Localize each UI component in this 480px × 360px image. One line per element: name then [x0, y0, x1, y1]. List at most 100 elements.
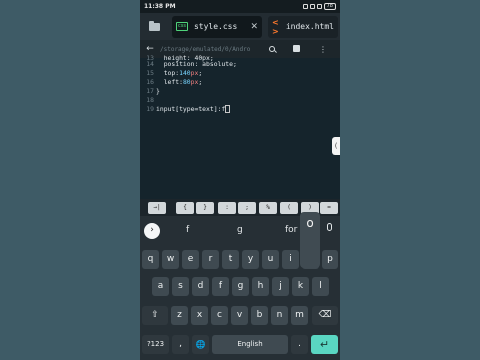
key-z[interactable]: z: [171, 306, 188, 325]
line-code: top:140px;: [156, 69, 203, 78]
key-preview-popup: o: [300, 212, 320, 268]
line-code: }: [156, 87, 160, 95]
key-g[interactable]: g: [232, 277, 249, 296]
code-number: 140: [179, 69, 191, 77]
symbol-key[interactable]: :: [218, 202, 236, 214]
back-button[interactable]: ←: [140, 44, 160, 54]
file-path: /storage/emulated/0/Andro: [160, 45, 251, 53]
key-n[interactable]: n: [271, 306, 288, 325]
wifi-icon: [316, 4, 322, 9]
code-token: ;: [198, 69, 203, 77]
tab-label: style.css: [193, 22, 238, 31]
code-number: 80: [182, 78, 191, 86]
key-t[interactable]: t: [222, 250, 239, 269]
alarm-icon: [302, 4, 308, 9]
code-line: 19 input[type=text]:f: [140, 105, 340, 114]
key-v[interactable]: v: [231, 306, 248, 325]
line-code: position: absolute;: [156, 60, 237, 68]
code-editor[interactable]: 13 height: 40px; 14 position: absolute; …: [140, 54, 340, 199]
line-code: left:80px;: [156, 78, 203, 87]
status-icons: 78: [302, 3, 336, 10]
save-button[interactable]: [284, 44, 308, 54]
line-number: 14: [146, 60, 154, 68]
enter-key[interactable]: ↵: [311, 335, 338, 354]
folder-button[interactable]: [140, 13, 168, 40]
key-l[interactable]: l: [312, 277, 329, 296]
key-j[interactable]: j: [272, 277, 289, 296]
line-number: 18: [146, 96, 154, 104]
expand-suggestions-button[interactable]: ›: [144, 223, 160, 239]
shift-key[interactable]: ⇧: [142, 306, 168, 325]
symbol-key[interactable]: →|: [148, 202, 166, 214]
key-d[interactable]: d: [192, 277, 209, 296]
key-k[interactable]: k: [292, 277, 309, 296]
key-m[interactable]: m: [291, 306, 308, 325]
search-icon: [269, 45, 275, 52]
key-y[interactable]: y: [242, 250, 259, 269]
globe-key[interactable]: 🌐: [192, 335, 209, 354]
key-a[interactable]: a: [152, 277, 169, 296]
folder-icon: [148, 20, 160, 31]
mic-icon: [327, 223, 332, 231]
symbol-key[interactable]: ;: [238, 202, 256, 214]
key-u[interactable]: u: [262, 250, 279, 269]
tab-index-html[interactable]: < > index.html: [268, 15, 338, 38]
code-text: input[type=text]:f: [156, 105, 226, 113]
signal-icon: [309, 4, 315, 9]
symbols-key[interactable]: ?123: [142, 335, 169, 354]
period-key[interactable]: .: [291, 335, 308, 354]
code-line: 17 }: [140, 87, 340, 96]
code-line: 14 position: absolute;: [140, 60, 340, 69]
line-number: 19: [146, 105, 154, 113]
symbol-key[interactable]: (: [280, 202, 298, 214]
key-q[interactable]: q: [142, 250, 159, 269]
css-file-icon: css: [176, 22, 188, 31]
status-bar: 11:38 PM 78: [140, 0, 340, 13]
symbol-key[interactable]: {: [176, 202, 194, 214]
key-x[interactable]: x: [191, 306, 208, 325]
code-token: left:: [156, 78, 183, 86]
backspace-key[interactable]: ⌫: [312, 306, 338, 325]
code-line: 16 left:80px;: [140, 78, 340, 87]
symbol-key[interactable]: =: [320, 202, 338, 214]
space-key[interactable]: English: [212, 335, 288, 354]
tab-style-css[interactable]: css style.css ✕: [172, 15, 262, 38]
line-number: 16: [146, 78, 154, 86]
phone-screen: 11:38 PM 78 css style.css ✕ < > index.ht…: [140, 0, 340, 360]
key-i[interactable]: i: [282, 250, 299, 269]
text-cursor: [225, 105, 231, 113]
voice-input-button[interactable]: [327, 223, 332, 234]
tab-bar: css style.css ✕ < > index.html: [140, 13, 340, 40]
key-h[interactable]: h: [252, 277, 269, 296]
suggestion-word[interactable]: for: [285, 225, 297, 235]
code-token: ;: [198, 78, 203, 86]
tab-label: index.html: [285, 22, 334, 31]
key-s[interactable]: s: [172, 277, 189, 296]
symbol-key[interactable]: }: [196, 202, 214, 214]
key-f[interactable]: f: [212, 277, 229, 296]
line-code: input[type=text]:f: [156, 105, 231, 114]
key-w[interactable]: w: [162, 250, 179, 269]
code-line: 18: [140, 96, 340, 105]
code-token: top:: [156, 69, 180, 77]
key-e[interactable]: e: [182, 250, 199, 269]
save-icon: [292, 44, 300, 52]
html-file-icon: < >: [272, 17, 279, 36]
key-p[interactable]: p: [322, 250, 338, 269]
key-c[interactable]: c: [211, 306, 228, 325]
scroll-handle[interactable]: (: [332, 137, 340, 155]
more-button[interactable]: ⋮: [308, 45, 338, 54]
battery-icon: 78: [323, 3, 336, 10]
line-number: 17: [146, 87, 154, 95]
search-button[interactable]: [260, 45, 284, 54]
status-time: 11:38 PM: [144, 3, 176, 10]
suggestion-word[interactable]: f: [186, 225, 189, 235]
close-icon[interactable]: ✕: [250, 22, 258, 32]
code-line: 15 top:140px;: [140, 69, 340, 78]
symbol-key[interactable]: %: [259, 202, 277, 214]
line-number: 15: [146, 69, 154, 77]
comma-key[interactable]: ,: [172, 335, 189, 354]
suggestion-word[interactable]: g: [237, 225, 243, 235]
key-r[interactable]: r: [202, 250, 219, 269]
key-b[interactable]: b: [251, 306, 268, 325]
